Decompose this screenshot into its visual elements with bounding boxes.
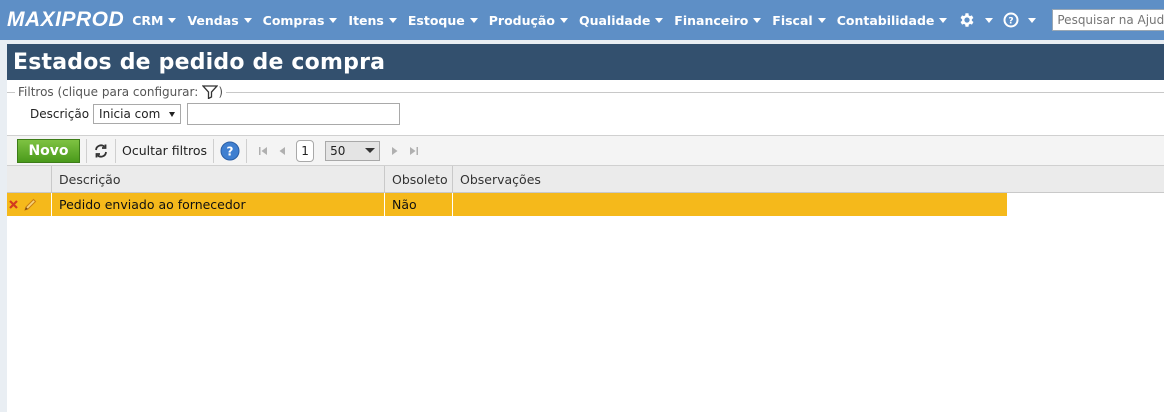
app-logo[interactable]: MAXIPROD (7, 8, 124, 32)
caret-down-icon (469, 17, 478, 23)
filter-row: Descrição Inicia com (30, 103, 401, 125)
page-content: Estados de pedido de compra Filtros (cli… (7, 44, 1164, 412)
pencil-icon (24, 198, 37, 211)
next-page-button[interactable] (391, 146, 399, 156)
menu-label: Estoque (407, 12, 465, 28)
menu-label: Itens (348, 12, 384, 28)
help-menu[interactable]: ? (1003, 12, 1037, 28)
filter-mode-select[interactable]: Inicia com (93, 104, 182, 124)
help-icon: ? (220, 141, 240, 160)
cell-obsoleto: Não (385, 193, 453, 216)
menu-label: Qualidade (578, 12, 651, 28)
cell-descricao: Pedido enviado ao fornecedor (52, 193, 385, 216)
column-header-obsoleto[interactable]: Obsoleto (385, 166, 453, 192)
delete-x-icon (9, 200, 18, 209)
menu-label: Fiscal (772, 12, 813, 28)
triangle-down-icon (169, 111, 176, 117)
menu-label: Financeiro (674, 12, 749, 28)
menu-estoque[interactable]: Estoque (408, 13, 478, 28)
last-page-icon (410, 146, 419, 155)
filter-mode-value: Inicia com (99, 107, 161, 121)
last-page-button[interactable] (409, 146, 419, 156)
page-size-select[interactable]: 50 (325, 140, 381, 161)
menu-vendas[interactable]: Vendas (187, 12, 252, 28)
delete-row-button[interactable] (9, 200, 18, 209)
filter-description-input[interactable] (187, 103, 401, 125)
grid-toolbar: Novo Ocultar filtros ? 1 50 (7, 135, 1164, 166)
menu-crm[interactable]: CRM (132, 12, 177, 28)
main-menu: CRM Vendas Compras Itens Estoque Produçã… (132, 0, 1164, 40)
filters-configure-link[interactable]: Filtros (clique para configurar: ) (15, 85, 226, 99)
row-actions (7, 193, 52, 216)
filters-panel: Filtros (clique para configurar: ) Descr… (7, 85, 1164, 130)
column-header-descricao[interactable]: Descrição (52, 166, 385, 192)
caret-down-icon (1028, 17, 1037, 23)
refresh-icon (95, 143, 107, 158)
triangle-down-icon (365, 148, 376, 153)
menu-contabilidade[interactable]: Contabilidade (837, 13, 948, 28)
settings-menu[interactable] (958, 11, 994, 29)
edit-row-button[interactable] (23, 198, 37, 212)
toolbar-separator (86, 138, 87, 163)
menu-itens[interactable]: Itens (348, 12, 397, 28)
caret-down-icon (243, 17, 252, 23)
grid-header: Descrição Obsoleto Observações (7, 166, 1164, 193)
help-search-input[interactable] (1052, 9, 1164, 31)
caret-down-icon (985, 17, 994, 23)
svg-text:?: ? (1009, 17, 1014, 27)
menu-fiscal[interactable]: Fiscal (772, 12, 826, 28)
column-header-observacoes[interactable]: Observações (453, 166, 1164, 192)
top-navigation-bar: MAXIPROD CRM Vendas Compras Itens Estoqu… (0, 0, 1164, 40)
caret-down-icon (329, 17, 338, 23)
gear-icon (960, 13, 974, 27)
previous-page-button[interactable] (278, 146, 286, 156)
filter-field-label: Descrição (30, 107, 90, 121)
cell-observacoes (453, 193, 1007, 216)
menu-label: Vendas (187, 12, 239, 28)
toolbar-separator (246, 138, 248, 163)
filters-legend-close: ) (218, 85, 223, 99)
next-page-icon (392, 146, 398, 155)
page-size-value: 50 (330, 143, 346, 158)
hide-filters-button[interactable]: Ocultar filtros (122, 143, 207, 158)
filters-legend-text: Filtros (clique para configurar: (18, 85, 199, 99)
menu-label: Produção (488, 12, 555, 28)
menu-label: Contabilidade (836, 12, 935, 28)
funnel-icon (202, 85, 219, 99)
caret-down-icon (655, 17, 664, 23)
toolbar-separator (213, 138, 215, 163)
caret-down-icon (388, 17, 397, 23)
first-page-icon (259, 146, 268, 155)
toolbar-separator (115, 138, 116, 163)
menu-label: CRM (132, 12, 164, 28)
menu-compras[interactable]: Compras (263, 13, 338, 28)
question-circle-icon: ? (1003, 12, 1019, 28)
menu-label: Compras (262, 12, 325, 28)
caret-down-icon (753, 17, 762, 23)
caret-down-icon (817, 17, 826, 23)
refresh-button[interactable] (93, 143, 109, 159)
table-row[interactable]: Pedido enviado ao fornecedor Não (7, 193, 1007, 216)
menu-financeiro[interactable]: Financeiro (674, 12, 762, 28)
caret-down-icon (939, 17, 948, 23)
caret-down-icon (559, 17, 568, 23)
column-actions (7, 166, 52, 192)
page-title: Estados de pedido de compra (7, 44, 1164, 80)
svg-text:?: ? (227, 144, 234, 158)
menu-producao[interactable]: Produção (489, 13, 568, 28)
first-page-button[interactable] (258, 146, 268, 156)
new-button[interactable]: Novo (17, 138, 80, 163)
previous-page-icon (279, 146, 286, 155)
help-button[interactable]: ? (220, 141, 240, 161)
menu-qualidade[interactable]: Qualidade (578, 12, 664, 28)
current-page-indicator[interactable]: 1 (296, 139, 315, 162)
caret-down-icon (168, 17, 177, 23)
